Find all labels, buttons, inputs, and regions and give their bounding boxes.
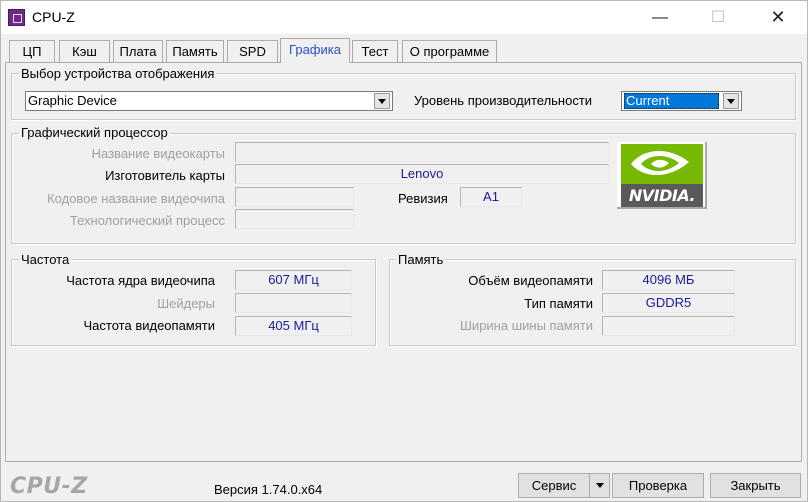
maximize-button[interactable]: ☐ (695, 1, 741, 34)
memory-size-field: 4096 МБ (602, 270, 735, 290)
tab-cpu[interactable]: ЦП (9, 40, 55, 62)
chevron-down-icon[interactable] (723, 93, 739, 109)
core-clock-field: 607 МГц (235, 270, 352, 290)
cpu-z-brand-logo: CPU-Z (10, 474, 88, 499)
tab-bench[interactable]: Тест (352, 40, 398, 62)
card-name-field (235, 142, 609, 162)
display-device-select[interactable]: Graphic Device (25, 91, 393, 111)
version-label: Версия 1.74.0.x64 (214, 482, 323, 497)
clocks-group-title: Частота (19, 252, 72, 267)
video-memory-group-title: Память (396, 252, 446, 267)
memory-clock-label: Частота видеопамяти (83, 318, 215, 333)
gpu-codename-field (235, 187, 354, 207)
revision-label: Ревизия (398, 191, 448, 206)
display-device-group-title: Выбор устройства отображения (19, 66, 217, 81)
shaders-field (235, 293, 352, 313)
nvidia-logo: NVIDIA. (617, 142, 707, 209)
validate-button[interactable]: Проверка (612, 473, 704, 498)
chevron-down-icon[interactable] (374, 93, 390, 109)
tab-about[interactable]: О программе (402, 40, 497, 62)
tools-button[interactable]: Сервис (518, 473, 590, 498)
tab-spd[interactable]: SPD (227, 40, 278, 62)
memory-size-label: Объём видеопамяти (468, 273, 593, 288)
tab-graphics[interactable]: Графика (280, 38, 350, 63)
chevron-down-icon (596, 483, 604, 488)
memory-bus-width-label: Ширина шины памяти (460, 318, 593, 333)
minimize-button[interactable]: — (637, 1, 683, 34)
close-window-button[interactable]: ✕ (755, 1, 801, 34)
display-device-value: Graphic Device (28, 93, 117, 108)
card-name-label: Название видеокарты (91, 146, 225, 161)
shaders-label: Шейдеры (157, 296, 215, 311)
window-title: CPU-Z (32, 9, 75, 25)
card-vendor-field: Lenovo (235, 164, 609, 184)
nvidia-logo-text: NVIDIA. (628, 186, 696, 205)
close-button[interactable]: Закрыть (710, 473, 801, 498)
memory-clock-field: 405 МГц (235, 316, 352, 336)
tab-cache[interactable]: Кэш (59, 40, 110, 62)
card-vendor-label: Изготовитель карты (105, 168, 225, 183)
tab-mainboard[interactable]: Плата (113, 40, 163, 62)
memory-bus-width-field (602, 316, 735, 336)
core-clock-label: Частота ядра видеочипа (66, 273, 215, 288)
revision-field: A1 (460, 187, 522, 207)
process-technology-field (235, 209, 354, 229)
memory-type-field: GDDR5 (602, 293, 735, 313)
gpu-codename-label: Кодовое название видеочипа (47, 191, 225, 206)
performance-level-select[interactable]: Current (621, 91, 742, 111)
performance-level-value: Current (626, 93, 670, 108)
title-bar: CPU-Z — ☐ ✕ (0, 0, 808, 34)
process-technology-label: Технологический процесс (69, 213, 225, 228)
performance-level-label: Уровень производительности (414, 93, 593, 108)
cpu-z-app-icon (8, 9, 25, 26)
tools-dropdown-button[interactable] (589, 473, 610, 498)
gpu-group-title: Графический процессор (19, 125, 170, 140)
memory-type-label: Тип памяти (524, 296, 593, 311)
tab-memory[interactable]: Память (166, 40, 224, 62)
